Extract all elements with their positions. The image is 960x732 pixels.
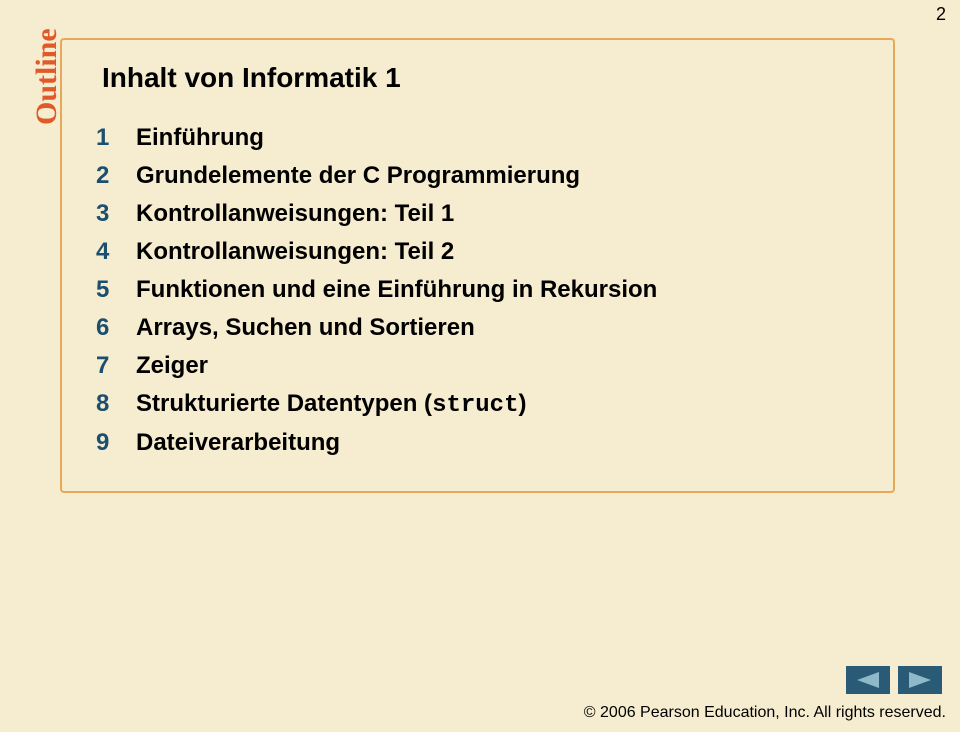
item-text: Einführung xyxy=(136,124,867,152)
list-item: 3 Kontrollanweisungen: Teil 1 xyxy=(96,200,867,228)
item-number: 8 xyxy=(96,390,136,418)
prev-button[interactable] xyxy=(846,666,890,694)
list-item: 1 Einführung xyxy=(96,124,867,152)
list-item: 5 Funktionen und eine Einführung in Reku… xyxy=(96,276,867,304)
item-number: 3 xyxy=(96,200,136,228)
item-text: Kontrollanweisungen: Teil 2 xyxy=(136,238,867,266)
item-number: 5 xyxy=(96,276,136,304)
list-item: 6 Arrays, Suchen und Sortieren xyxy=(96,314,867,342)
item-text: Grundelemente der C Programmierung xyxy=(136,162,867,190)
outline-list: 1 Einführung 2 Grundelemente der C Progr… xyxy=(96,124,867,457)
list-item: 8 Strukturierte Datentypen (struct) xyxy=(96,390,867,419)
item-text: Zeiger xyxy=(136,352,867,380)
list-item: 7 Zeiger xyxy=(96,352,867,380)
next-arrow-icon xyxy=(909,672,931,688)
item-text: Strukturierte Datentypen (struct) xyxy=(136,390,867,419)
nav-arrows xyxy=(846,666,942,694)
list-item: 2 Grundelemente der C Programmierung xyxy=(96,162,867,190)
item-text: Funktionen und eine Einführung in Rekurs… xyxy=(136,276,867,304)
item-text: Dateiverarbeitung xyxy=(136,429,867,457)
page-title: Inhalt von Informatik 1 xyxy=(102,62,867,94)
page-number: 2 xyxy=(936,4,946,25)
item-number: 1 xyxy=(96,124,136,152)
copyright-footer: © 2006 Pearson Education, Inc. All right… xyxy=(584,704,946,722)
next-button[interactable] xyxy=(898,666,942,694)
item-text-prefix: Strukturierte Datentypen ( xyxy=(136,390,432,417)
item-text: Kontrollanweisungen: Teil 1 xyxy=(136,200,867,228)
list-item: 4 Kontrollanweisungen: Teil 2 xyxy=(96,238,867,266)
item-number: 4 xyxy=(96,238,136,266)
item-number: 2 xyxy=(96,162,136,190)
item-text: Arrays, Suchen und Sortieren xyxy=(136,314,867,342)
item-text-suffix: ) xyxy=(518,390,526,417)
item-code: struct xyxy=(432,392,518,419)
prev-arrow-icon xyxy=(857,672,879,688)
item-number: 9 xyxy=(96,429,136,457)
item-number: 7 xyxy=(96,352,136,380)
item-number: 6 xyxy=(96,314,136,342)
content-box: Inhalt von Informatik 1 1 Einführung 2 G… xyxy=(60,38,895,493)
list-item: 9 Dateiverarbeitung xyxy=(96,429,867,457)
outline-sidebar-label: Outline xyxy=(30,28,64,125)
